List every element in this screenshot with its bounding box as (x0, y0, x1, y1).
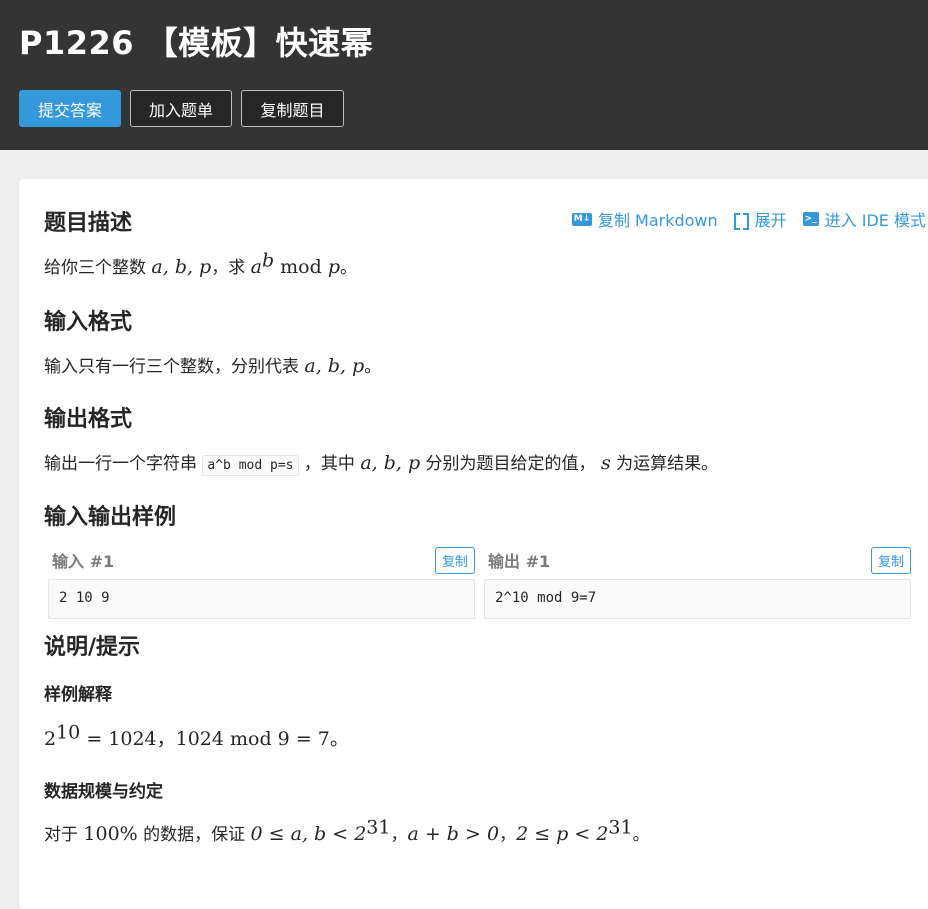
copy-input-button[interactable]: 复制 (434, 546, 475, 574)
output-format-section: 输出格式 (44, 401, 132, 433)
constraints-body: 对于 100% 的数据，保证 0 ≤ a, b < 231，a + b > 0，… (44, 816, 650, 845)
output-format-text: 输出一行一个字符串 a^b mod p=s ，其中 a, b, p 分别为题目给… (44, 452, 719, 476)
problem-header: P1226 【模板】快速幂 提交答案 加入题单 复制题目 (0, 0, 928, 150)
input-format-text: 输入只有一行三个整数，分别代表 a, b, p。 (44, 355, 382, 377)
sample-output-content: 2^10 mod 9=7 (484, 579, 911, 619)
description-heading: 题目描述 (44, 211, 133, 236)
expand-icon (733, 212, 749, 230)
sample-input-content: 2 10 9 (48, 579, 475, 619)
sample-explain-subsection: 样例解释 (44, 680, 112, 705)
samples-section: 输入输出样例 (44, 499, 176, 531)
copy-markdown-label: 复制 Markdown (597, 211, 718, 230)
copy-problem-button[interactable]: 复制题目 (241, 90, 344, 127)
samples-heading: 输入输出样例 (44, 505, 177, 530)
submit-button[interactable]: 提交答案 (19, 90, 121, 127)
header-actions: 提交答案 加入题单 复制题目 (19, 90, 344, 127)
description-section: 题目描述 (44, 205, 132, 237)
sample-explain-body: 210 = 1024，1024 mod 9 = 7。 (44, 721, 349, 751)
sample-explain-heading: 样例解释 (44, 685, 112, 705)
hint-section: 说明/提示 (44, 629, 140, 661)
inline-code: a^b mod p=s (202, 455, 299, 476)
markdown-icon: M↓ (571, 212, 592, 226)
sample-output-box: 输出 #1 复制 2^10 mod 9=7 (484, 545, 911, 619)
add-to-list-button[interactable]: 加入题单 (130, 90, 232, 127)
expand-label: 展开 (754, 211, 787, 230)
description-text: 给你三个整数 a, b, p，求 ab mod p。 (44, 249, 357, 278)
output-format-heading: 输出格式 (44, 407, 133, 432)
constraints-text: 对于 100% 的数据，保证 0 ≤ a, b < 231，a + b > 0，… (44, 816, 650, 845)
sample-input-label: 输入 #1 (52, 552, 115, 571)
copy-markdown-button[interactable]: M↓ 复制 Markdown (571, 207, 718, 231)
terminal-icon: >_ (802, 212, 819, 226)
output-format-body: 输出一行一个字符串 a^b mod p=s ，其中 a, b, p 分别为题目给… (44, 449, 719, 476)
problem-card: M↓ 复制 Markdown 展开 >_ 进入 IDE 模式 题目描述 给你三个… (19, 179, 928, 909)
constraints-subsection: 数据规模与约定 (44, 777, 163, 802)
hint-heading: 说明/提示 (44, 635, 141, 660)
sample-input-box: 输入 #1 复制 2 10 9 (48, 545, 475, 619)
copy-output-button[interactable]: 复制 (870, 546, 911, 574)
expand-button[interactable]: 展开 (733, 207, 787, 231)
ide-mode-label: 进入 IDE 模式 (824, 211, 926, 230)
input-format-heading: 输入格式 (44, 310, 133, 335)
input-format-section: 输入格式 (44, 304, 132, 336)
description-body: 给你三个整数 a, b, p，求 ab mod p。 (44, 249, 357, 278)
constraints-heading: 数据规模与约定 (44, 782, 163, 802)
input-format-body: 输入只有一行三个整数，分别代表 a, b, p。 (44, 352, 381, 377)
page-title: P1226 【模板】快速幂 (19, 24, 374, 62)
sample-explain-text: 210 = 1024，1024 mod 9 = 7。 (44, 721, 349, 750)
problem-toolbar: M↓ 复制 Markdown 展开 >_ 进入 IDE 模式 (571, 207, 926, 231)
sample-output-label: 输出 #1 (488, 552, 551, 571)
ide-mode-button[interactable]: >_ 进入 IDE 模式 (802, 207, 926, 231)
